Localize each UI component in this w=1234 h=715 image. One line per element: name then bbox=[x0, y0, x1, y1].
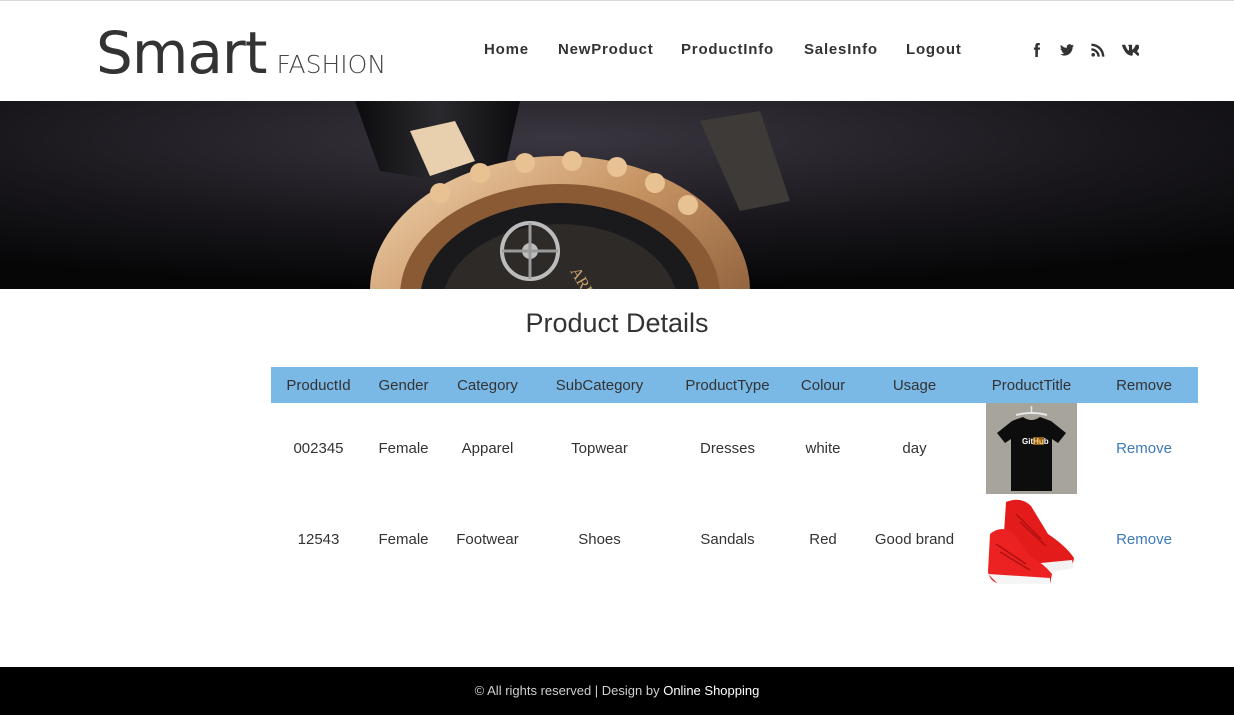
cell-product-id: 002345 bbox=[293, 440, 344, 457]
header-category: Category bbox=[457, 376, 518, 394]
header-product-title: ProductTitle bbox=[991, 376, 1072, 394]
nav-product-info[interactable]: ProductInfo bbox=[681, 41, 774, 58]
rss-icon[interactable] bbox=[1091, 40, 1109, 60]
cell-product-type: Dresses bbox=[699, 440, 755, 457]
header-colour: Colour bbox=[800, 376, 846, 394]
facebook-icon[interactable] bbox=[1030, 40, 1048, 60]
table-header-row: ProductId Gender Category SubCategory Pr… bbox=[271, 367, 1198, 403]
header-product-id: ProductId bbox=[286, 376, 351, 394]
cell-gender: Female bbox=[378, 440, 429, 457]
cell-category: Apparel bbox=[461, 440, 514, 457]
red-shoes-image bbox=[986, 494, 1077, 585]
twitter-icon[interactable] bbox=[1060, 40, 1078, 60]
site-footer: © All rights reserved | Design by Online… bbox=[0, 667, 1234, 715]
table-row: 12543 Female Footwear Shoes Sandals Red … bbox=[271, 494, 1198, 585]
header-gender: Gender bbox=[378, 376, 429, 394]
cell-usage: day bbox=[902, 440, 927, 457]
header-subcategory: SubCategory bbox=[555, 376, 644, 394]
cell-subcategory: Shoes bbox=[578, 531, 621, 548]
header-usage: Usage bbox=[892, 376, 937, 394]
watch-banner-image: ARDIN bbox=[0, 101, 1234, 289]
nav-logout[interactable]: Logout bbox=[906, 41, 962, 58]
cell-colour: white bbox=[805, 440, 841, 457]
remove-link[interactable]: Remove bbox=[1116, 440, 1172, 457]
social-links bbox=[1030, 40, 1145, 60]
cell-usage: Good brand bbox=[874, 531, 955, 548]
nav-home[interactable]: Home bbox=[484, 41, 529, 58]
product-table: ProductId Gender Category SubCategory Pr… bbox=[271, 367, 1198, 585]
header-remove: Remove bbox=[1116, 376, 1172, 394]
nav-sales-info[interactable]: SalesInfo bbox=[804, 41, 878, 58]
black-tshirt-image: GitHub bbox=[986, 403, 1077, 494]
header-product-type: ProductType bbox=[685, 376, 770, 394]
cell-category: Footwear bbox=[456, 531, 519, 548]
vk-icon[interactable] bbox=[1122, 40, 1144, 60]
product-table-container: ProductId Gender Category SubCategory Pr… bbox=[271, 367, 1198, 585]
nav-new-product[interactable]: NewProduct bbox=[558, 41, 654, 58]
cell-product-image: GitHub bbox=[973, 403, 1090, 494]
table-row: 002345 Female Apparel Topwear Dresses wh… bbox=[271, 403, 1198, 494]
cell-remove: Remove bbox=[1090, 494, 1198, 585]
cell-gender: Female bbox=[378, 531, 429, 548]
cell-subcategory: Topwear bbox=[571, 440, 628, 457]
footer-brand-link[interactable]: Online Shopping bbox=[663, 683, 759, 698]
remove-link[interactable]: Remove bbox=[1116, 531, 1172, 548]
cell-colour: Red bbox=[809, 531, 837, 548]
page-title: Product Details bbox=[525, 308, 709, 338]
cell-product-image bbox=[973, 494, 1090, 585]
cell-product-id: 12543 bbox=[297, 531, 340, 548]
site-header: Smart FASHION Home NewProduct ProductInfo… bbox=[0, 1, 1234, 101]
cell-product-type: Sandals bbox=[700, 531, 755, 548]
cell-remove: Remove bbox=[1090, 403, 1198, 494]
hero-banner: ARDIN bbox=[0, 101, 1234, 289]
footer-copyright: © All rights reserved | Design by bbox=[474, 683, 664, 698]
